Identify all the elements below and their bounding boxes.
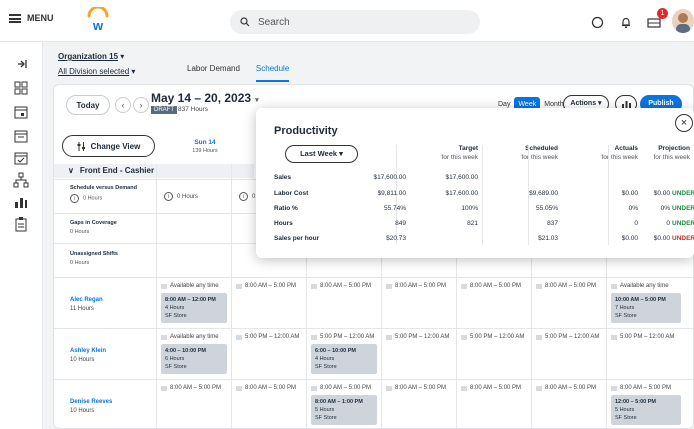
metric-row: Sales per hour $20.73 $21.03 $0.00 $0.00… bbox=[274, 235, 694, 242]
info-icon: i bbox=[70, 194, 79, 203]
chat-icon[interactable] bbox=[587, 12, 607, 32]
dashboard-icon[interactable] bbox=[13, 80, 29, 96]
hamburger-icon bbox=[9, 13, 21, 23]
period-dropdown[interactable]: Last Week ▾ bbox=[285, 145, 358, 163]
clipboard-icon[interactable] bbox=[13, 216, 29, 232]
org-chart-icon[interactable] bbox=[13, 172, 29, 188]
total-hours: 837 Hours bbox=[178, 106, 208, 113]
tabs: Labor Demand Schedule bbox=[187, 64, 290, 82]
collapse-sidebar-icon[interactable] bbox=[13, 56, 29, 72]
menu-button[interactable]: MENU bbox=[9, 13, 54, 23]
shift-block[interactable]: 8:00 AM – 12:00 PM 4 Hours SF Store bbox=[161, 293, 227, 323]
org-selector[interactable]: Organization 15 ▾ All Division selected … bbox=[58, 52, 135, 76]
under-badge: UNDER bbox=[672, 220, 694, 227]
section-header[interactable]: ∨ Front End - Cashier bbox=[54, 164, 254, 178]
inbox-icon[interactable]: 1 bbox=[644, 8, 668, 32]
search-placeholder: Search bbox=[258, 16, 290, 28]
prev-week-button[interactable]: ‹ bbox=[115, 97, 131, 113]
popover-title: Productivity bbox=[274, 125, 338, 137]
close-icon: × bbox=[680, 117, 688, 129]
info-icon: i bbox=[239, 192, 248, 201]
tab-labor-demand[interactable]: Labor Demand bbox=[187, 64, 240, 82]
workday-logo-icon[interactable]: w bbox=[84, 7, 112, 33]
employee-link[interactable]: Denise Reeves bbox=[70, 399, 112, 405]
top-bar: MENU w Search 1 bbox=[0, 0, 694, 42]
status-badge: DRAFT bbox=[151, 106, 177, 114]
app-window: MENU w Search 1 Organization 15 ▾ All Di… bbox=[0, 0, 694, 429]
col-header-scheduled: Scheduled for this week bbox=[521, 145, 559, 161]
metric-row: Hours 849 821 837 0 0 UNDER bbox=[274, 220, 694, 227]
chevron-down-icon: ▾ bbox=[120, 52, 125, 61]
table-row: Alec Regan 11 Hours Available any time 8:… bbox=[54, 277, 694, 328]
shift-block[interactable]: 8:00 AM – 1:00 PM 5 Hours SF Store bbox=[311, 395, 377, 425]
shift-block[interactable]: 6:00 – 10:00 PM 4 Hours SF Store bbox=[311, 344, 377, 374]
org-name[interactable]: Organization 15 bbox=[58, 52, 118, 61]
table-row: Denise Reeves 10 Hours 8:00 AM – 5:00 PM … bbox=[54, 379, 694, 429]
under-badge: UNDER bbox=[672, 205, 694, 212]
date-range[interactable]: May 14 – 20, 2023 ▾ bbox=[151, 91, 259, 105]
col-header-target: Target for this week bbox=[441, 145, 479, 161]
chevron-down-icon: ▾ bbox=[255, 97, 259, 104]
shift-block[interactable]: 4:00 – 10:00 PM 6 Hours SF Store bbox=[161, 344, 227, 374]
col-header-projection: Projection for this week bbox=[653, 145, 691, 161]
sidebar bbox=[0, 42, 43, 429]
day-header-sun[interactable]: Sun 14 139 Hours bbox=[168, 139, 242, 154]
shift-block[interactable]: 10:00 AM – 5:00 PM 7 Hours SF Store bbox=[611, 293, 681, 323]
search-icon bbox=[240, 17, 250, 27]
tab-schedule[interactable]: Schedule bbox=[255, 64, 290, 82]
close-popover-button[interactable]: × bbox=[675, 114, 693, 132]
chevron-down-icon: ∨ bbox=[68, 166, 74, 175]
metric-row: Ratio % 55.74% 100% 55.05% 0% 0% UNDER bbox=[274, 205, 694, 212]
change-view-button[interactable]: Change View bbox=[62, 135, 155, 157]
table-row: Ashley Klein 10 Hours Available any time … bbox=[54, 328, 694, 379]
menu-label: MENU bbox=[27, 13, 54, 23]
employee-link[interactable]: Alec Regan bbox=[70, 297, 103, 303]
calendar-check-icon[interactable] bbox=[13, 150, 29, 166]
division-selector[interactable]: All Division selected bbox=[58, 67, 129, 76]
svg-text:w: w bbox=[92, 18, 104, 33]
notification-badge: 1 bbox=[657, 8, 668, 19]
metric-row: Sales $17,600.00 $17,600.00 bbox=[274, 174, 478, 181]
metric-row: Labor Cost $9,811.00 $17,600.00 $9,689.0… bbox=[274, 190, 694, 197]
today-button[interactable]: Today bbox=[66, 95, 110, 115]
bell-icon[interactable] bbox=[616, 12, 636, 32]
calendar-icon[interactable] bbox=[13, 104, 29, 120]
analytics-icon[interactable] bbox=[13, 194, 29, 210]
avatar[interactable] bbox=[672, 9, 694, 33]
employee-link[interactable]: Ashley Klein bbox=[70, 348, 106, 354]
info-icon: i bbox=[164, 192, 173, 201]
search-input[interactable]: Search bbox=[230, 10, 480, 34]
under-badge: UNDER bbox=[672, 190, 694, 197]
under-badge: UNDER bbox=[672, 235, 694, 242]
next-week-button[interactable]: › bbox=[133, 97, 149, 113]
productivity-popover: Productivity Last Week ▾ Target for this … bbox=[256, 108, 694, 258]
shift-block[interactable]: 12:00 – 5:00 PM 5 Hours SF Store bbox=[611, 395, 681, 425]
chevron-down-icon: ▾ bbox=[131, 67, 136, 76]
settings-sliders-icon bbox=[77, 141, 85, 151]
schedule-icon[interactable] bbox=[13, 128, 29, 144]
